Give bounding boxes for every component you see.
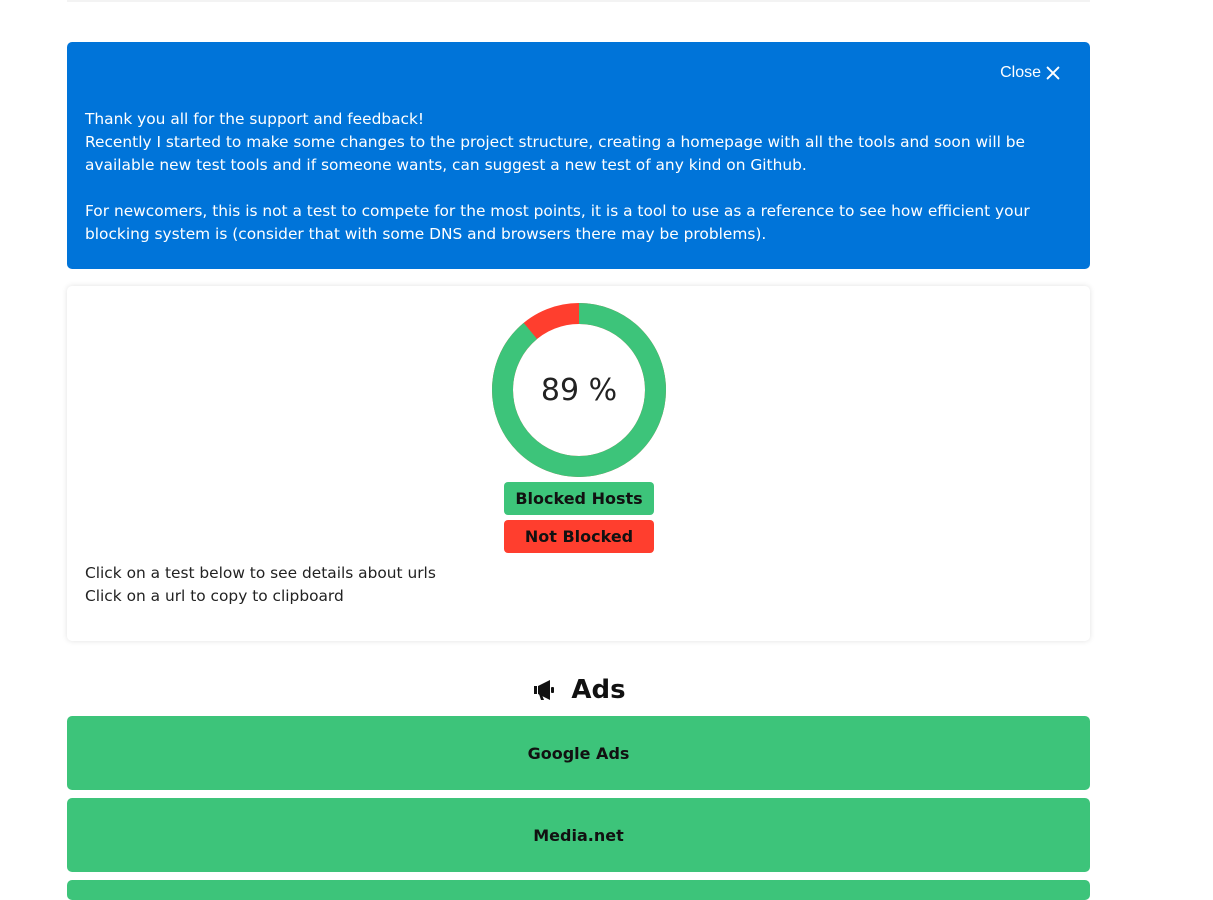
top-divider bbox=[67, 0, 1090, 2]
section-heading-ads: Ads bbox=[67, 668, 1090, 712]
announcement-line: For newcomers, this is not a test to com… bbox=[85, 202, 1030, 243]
legend-blocked-hosts[interactable]: Blocked Hosts bbox=[504, 482, 654, 515]
section-title: Ads bbox=[571, 675, 626, 705]
test-row-media-net[interactable]: Media.net bbox=[67, 798, 1090, 872]
test-label: Google Ads bbox=[527, 743, 630, 763]
legend-not-blocked[interactable]: Not Blocked bbox=[504, 520, 654, 553]
score-percent: 89 % bbox=[540, 372, 618, 408]
close-icon[interactable] bbox=[1044, 64, 1062, 82]
announcement-line: Thank you all for the support and feedba… bbox=[85, 110, 425, 128]
test-row[interactable] bbox=[67, 880, 1090, 900]
score-card: 89 % Blocked Hosts Not Blocked Click on … bbox=[67, 286, 1090, 641]
test-label: Media.net bbox=[533, 825, 624, 845]
announcement-banner: Close Thank you all for the support and … bbox=[67, 42, 1090, 269]
close-label[interactable]: Close bbox=[1000, 64, 1041, 82]
close-button[interactable]: Close bbox=[1000, 64, 1062, 82]
megaphone-icon bbox=[534, 680, 555, 700]
test-row-google-ads[interactable]: Google Ads bbox=[67, 716, 1090, 790]
announcement-line: Recently I started to make some changes … bbox=[85, 133, 1026, 174]
announcement-text: Thank you all for the support and feedba… bbox=[85, 108, 1030, 246]
instruction-line: Click on a test below to see details abo… bbox=[85, 564, 436, 582]
instruction-line: Click on a url to copy to clipboard bbox=[85, 587, 344, 605]
instructions: Click on a test below to see details abo… bbox=[85, 562, 436, 608]
